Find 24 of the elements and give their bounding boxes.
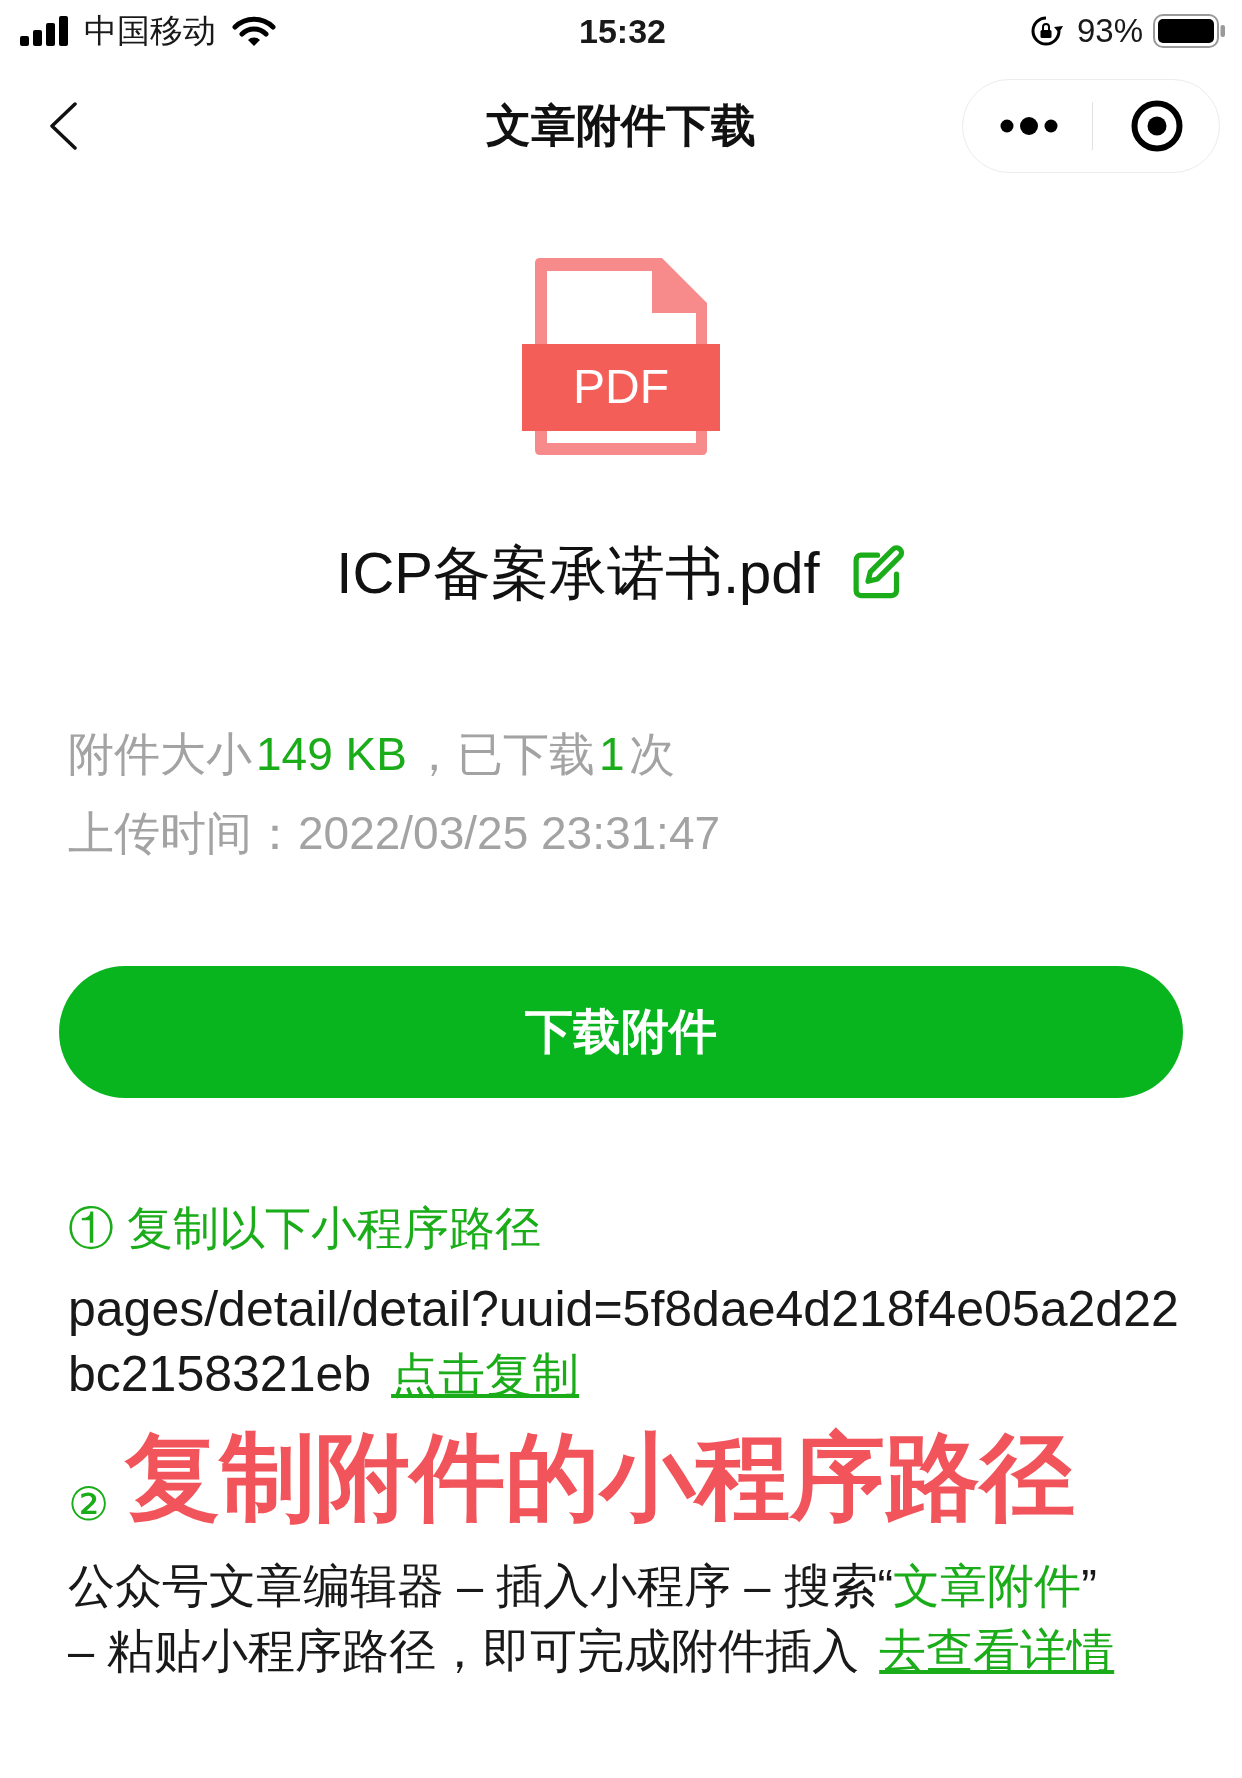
file-type-label: PDF bbox=[573, 359, 669, 415]
document-icon bbox=[522, 258, 720, 456]
back-icon[interactable] bbox=[48, 102, 78, 150]
instruction-text: 公众号文章编辑器 – 插入小程序 – 搜索“文章附件” – 粘贴小程序路径，即可完成附件插入 去查看详情 bbox=[68, 1558, 1116, 1679]
annotation-text: 复制附件的小程序路径 bbox=[125, 1427, 1075, 1527]
circle-dot-icon[interactable] bbox=[1131, 100, 1183, 152]
upload-time-text: 上传时间：2022/03/25 23:31:47 bbox=[68, 806, 721, 861]
clock-text: 15:32 bbox=[579, 12, 666, 50]
page-title: 文章附件下载 bbox=[486, 99, 756, 153]
path-text: pages/detail/detail?uuid=5f8dae4d218f4e05a2d22bc2158321eb 点击复制 bbox=[68, 1280, 1180, 1404]
signal-icon bbox=[20, 16, 68, 46]
step-title: ① 复制以下小程序路径 bbox=[68, 1201, 541, 1256]
rotation-lock-icon bbox=[1029, 15, 1063, 47]
copy-link[interactable]: 点击复制 bbox=[391, 1348, 580, 1401]
carrier-text: 中国移动 bbox=[84, 11, 216, 51]
file-size-text: 附件大小149 KB，已下载1次 bbox=[68, 727, 675, 782]
battery-percent-text: 93% bbox=[1076, 11, 1143, 51]
battery-icon bbox=[1153, 14, 1225, 48]
download-button[interactable]: 下载附件 bbox=[59, 966, 1183, 1098]
step-title: ② bbox=[68, 1477, 109, 1532]
detail-link[interactable]: 去查看详情 bbox=[879, 1624, 1115, 1677]
file-name-text: ICP备案承诺书.pdf bbox=[336, 539, 820, 607]
wifi-icon bbox=[232, 15, 276, 47]
more-icon[interactable] bbox=[1000, 116, 1058, 136]
